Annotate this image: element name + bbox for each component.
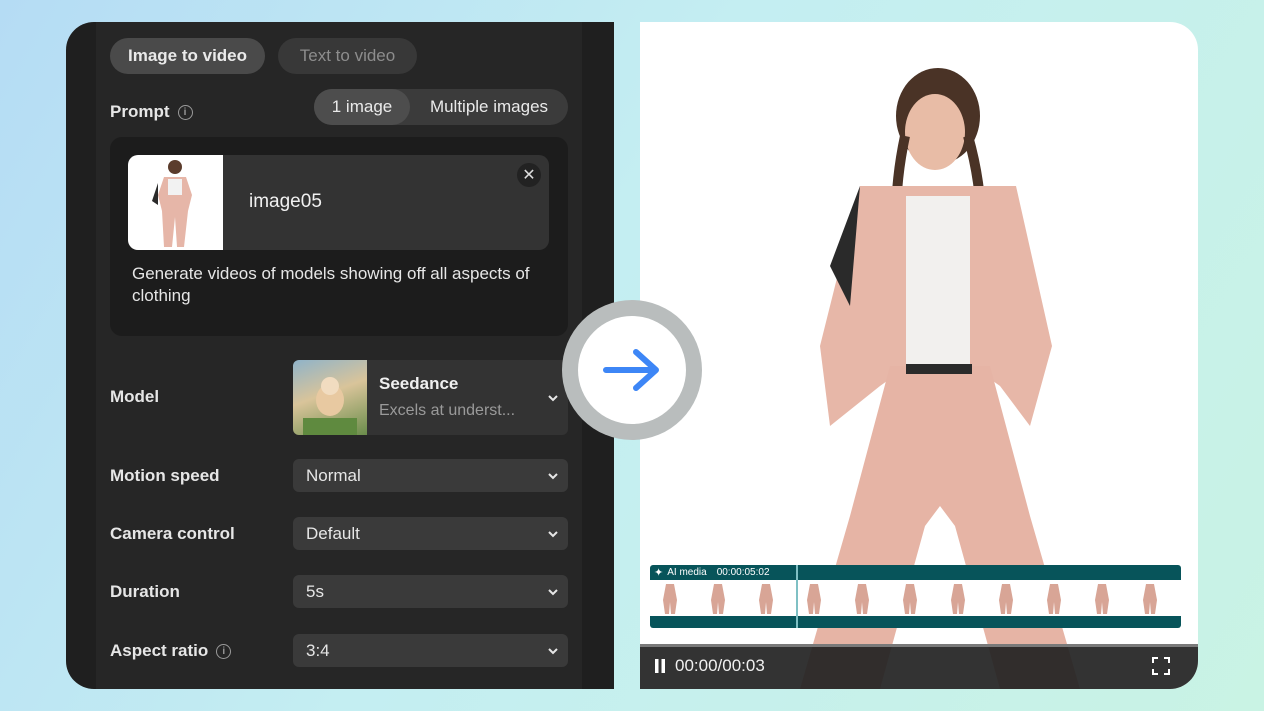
duration-label: Duration — [110, 582, 180, 601]
timeline-track[interactable]: ✦ AI media 00:00:05:02 — [650, 565, 1181, 628]
pause-icon[interactable] — [654, 659, 666, 673]
prompt-text[interactable]: Generate videos of models showing off al… — [132, 263, 532, 307]
chevron-down-icon — [548, 394, 558, 401]
model-description: Excels at underst... — [379, 402, 516, 419]
playback-progress-bar[interactable] — [640, 644, 1198, 647]
prompt-label: Prompt i — [110, 102, 193, 122]
close-icon: ✕ — [522, 167, 536, 184]
uploaded-image-name: image05 — [249, 191, 322, 212]
uploaded-image-thumbnail — [128, 155, 223, 250]
chevron-down-icon — [548, 588, 558, 595]
model-select[interactable]: Seedance Excels at underst... — [293, 360, 568, 435]
video-preview[interactable]: ✦ AI media 00:00:05:02 00:00/00:03 — [640, 22, 1198, 689]
image-count-toggle: 1 image Multiple images — [314, 89, 568, 125]
motion-speed-value: Normal — [306, 465, 361, 485]
chevron-down-icon — [548, 530, 558, 537]
toggle-multiple-images[interactable]: Multiple images — [410, 89, 568, 125]
fullscreen-icon[interactable] — [1152, 657, 1170, 675]
timeline-title: AI media — [667, 567, 707, 578]
model-figure-thumbnail-icon — [152, 160, 192, 247]
prompt-label-text: Prompt — [110, 102, 170, 121]
tab-text-to-video[interactable]: Text to video — [278, 38, 417, 74]
duration-value: 5s — [306, 581, 324, 601]
uploaded-image-card: image05 ✕ — [128, 155, 549, 250]
prompt-box[interactable]: image05 ✕ Generate videos of models show… — [110, 137, 568, 336]
camera-control-select[interactable]: Default — [293, 517, 568, 550]
motion-speed-label: Motion speed — [110, 466, 220, 485]
remove-image-button[interactable]: ✕ — [517, 163, 541, 187]
model-name: Seedance — [379, 374, 459, 393]
sparkle-icon: ✦ — [654, 567, 664, 579]
aspect-ratio-label: Aspect ratio i — [110, 641, 232, 661]
timeline-header: ✦ AI media 00:00:05:02 — [654, 566, 770, 579]
timeline-frames-strip — [663, 584, 1157, 614]
duration-select[interactable]: 5s — [293, 575, 568, 608]
aspect-ratio-value: 3:4 — [306, 640, 330, 660]
playback-time: 00:00/00:03 — [675, 656, 765, 675]
chevron-down-icon — [548, 647, 558, 654]
camera-control-value: Default — [306, 523, 360, 543]
camera-control-label: Camera control — [110, 524, 235, 543]
toggle-one-image[interactable]: 1 image — [314, 89, 410, 125]
info-icon[interactable]: i — [177, 104, 193, 120]
timeline-duration: 00:00:05:02 — [716, 567, 770, 578]
model-thumbnail — [293, 360, 367, 435]
settings-panel: Image to video Text to video Prompt i 1 … — [66, 22, 614, 689]
motion-speed-select[interactable]: Normal — [293, 459, 568, 492]
chevron-down-icon — [548, 472, 558, 479]
stage: Image to video Text to video Prompt i 1 … — [0, 0, 1264, 711]
info-icon[interactable]: i — [216, 643, 232, 659]
settings-panel-inner: Image to video Text to video Prompt i 1 … — [96, 22, 582, 689]
aspect-ratio-label-text: Aspect ratio — [110, 641, 209, 660]
model-label: Model — [110, 387, 160, 406]
aspect-ratio-select[interactable]: 3:4 — [293, 634, 568, 667]
timeline-frames — [650, 580, 1181, 616]
arrow-right-icon — [603, 349, 659, 391]
tab-image-to-video[interactable]: Image to video — [110, 38, 265, 74]
timeline-split-marker[interactable] — [796, 565, 798, 628]
arrow-circle — [578, 316, 686, 424]
player-controls: 00:00/00:03 — [640, 644, 1198, 689]
